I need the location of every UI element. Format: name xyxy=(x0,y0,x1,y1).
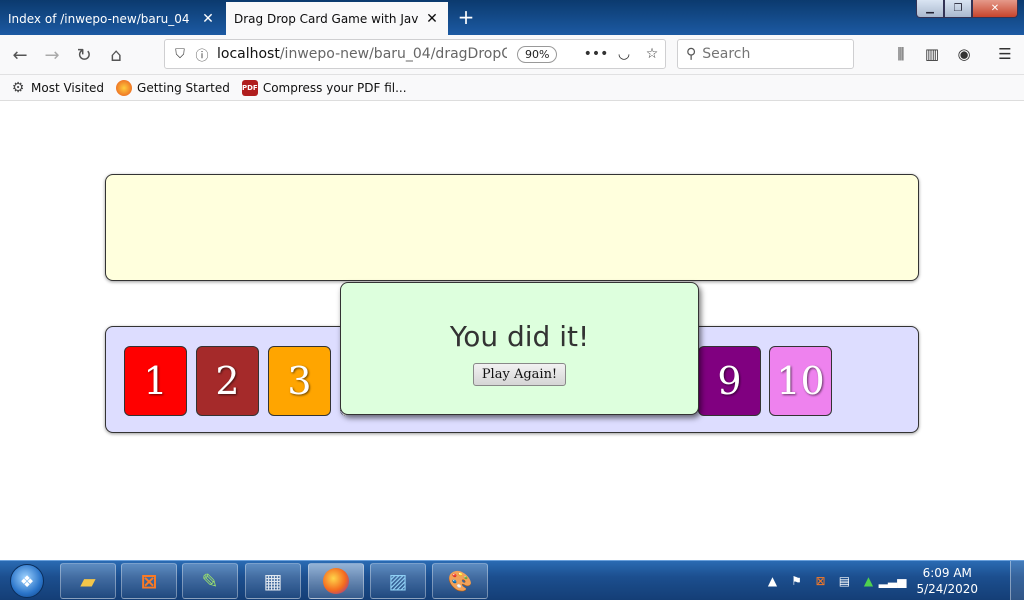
card-9[interactable]: 9 xyxy=(698,346,761,416)
paint-icon[interactable]: 🎨 xyxy=(432,563,488,599)
card-number: 3 xyxy=(287,359,312,403)
bookmark-label: Compress your PDF fil... xyxy=(262,80,407,95)
device-icon[interactable]: ▤ xyxy=(836,573,852,589)
notepad-plus-icon[interactable]: ✎ xyxy=(182,563,238,599)
bookmark-most-visited[interactable]: ⚙ Most Visited xyxy=(10,80,104,96)
card-10[interactable]: 10 xyxy=(769,346,832,416)
card-number: 10 xyxy=(776,359,825,403)
account-icon[interactable]: ◉ xyxy=(953,43,975,65)
back-arrow-icon[interactable]: ← xyxy=(6,41,34,69)
system-tray: ▲ ⚑ ⊠ ▤ ▲ ▂▃▅ 6:09 AM 5/24/2020 xyxy=(764,565,978,597)
bookmark-compress-pdf[interactable]: PDF Compress your PDF fil... xyxy=(241,79,407,96)
url-bar[interactable]: ⛉ ⓘ localhost/inwepo-new/baru_04/dragDro… xyxy=(164,39,666,69)
calculator-icon[interactable]: ▦ xyxy=(245,563,301,599)
menu-icon[interactable]: ☰ xyxy=(994,43,1016,65)
search-icon: ⚲ xyxy=(686,46,697,62)
card-number: 9 xyxy=(717,359,742,403)
success-dialog: You did it! Play Again! xyxy=(340,282,699,415)
show-hidden-icons-icon[interactable]: ▲ xyxy=(764,573,780,589)
home-icon[interactable]: ⌂ xyxy=(102,41,130,69)
clock-time: 6:09 AM xyxy=(922,566,972,580)
url-text[interactable]: localhost/inwepo-new/baru_04/dragDropCar… xyxy=(217,46,507,62)
tab-label: Index of /inwepo-new/baru_04 xyxy=(8,11,190,26)
page-content: 1 2 3 9 10 You did it! Play Again! xyxy=(0,102,1024,560)
play-again-button[interactable]: Play Again! xyxy=(472,362,567,386)
pocket-icon[interactable]: ◡ xyxy=(615,44,633,64)
xampp-tray-icon[interactable]: ⊠ xyxy=(812,573,828,589)
bookmark-label: Most Visited xyxy=(31,80,105,95)
bookmark-getting-started[interactable]: Getting Started xyxy=(116,79,230,96)
close-tab-icon[interactable]: ✕ xyxy=(200,11,216,27)
tab-index[interactable]: Index of /inwepo-new/baru_04 ✕ xyxy=(0,2,224,35)
tab-strip: Index of /inwepo-new/baru_04 ✕ Drag Drop… xyxy=(0,0,1024,35)
tab-label: Drag Drop Card Game with JavaScri xyxy=(234,11,418,26)
explorer-icon[interactable]: ▰ xyxy=(60,563,116,599)
forward-arrow-icon[interactable]: → xyxy=(38,41,66,69)
shield-icon[interactable]: ⛉ xyxy=(169,43,191,65)
card-drop-zone[interactable] xyxy=(105,174,919,281)
close-tab-icon[interactable]: ✕ xyxy=(424,11,440,27)
card-3[interactable]: 3 xyxy=(268,346,331,416)
card-number: 2 xyxy=(215,359,240,403)
search-input[interactable] xyxy=(702,46,843,62)
bookmark-star-icon[interactable]: ☆ xyxy=(643,44,661,64)
bookmark-label: Getting Started xyxy=(137,80,230,95)
library-icon[interactable]: ⫼ xyxy=(890,43,912,65)
info-icon[interactable]: ⓘ xyxy=(191,43,213,65)
url-path: /inwepo-new/baru_04/dragDropCardG xyxy=(279,46,507,62)
minimize-button[interactable]: ▁ xyxy=(916,0,944,18)
firefox-icon xyxy=(116,79,133,96)
card-2[interactable]: 2 xyxy=(196,346,259,416)
navigation-toolbar: ← → ↻ ⌂ ⛉ ⓘ localhost/inwepo-new/baru_04… xyxy=(0,35,1024,75)
firefox-icon[interactable] xyxy=(308,563,364,599)
clock[interactable]: 6:09 AM 5/24/2020 xyxy=(916,565,978,597)
window-controls: ▁ ❐ ✕ xyxy=(916,0,1018,18)
new-tab-icon[interactable]: + xyxy=(454,5,478,29)
card-number: 1 xyxy=(143,359,168,403)
bookmarks-toolbar: ⚙ Most Visited Getting Started PDF Compr… xyxy=(0,75,1024,101)
sidebar-icon[interactable]: ▥ xyxy=(921,43,943,65)
gear-icon: ⚙ xyxy=(11,79,25,96)
signal-icon[interactable]: ▂▃▅ xyxy=(879,573,907,589)
tab-drag-drop-game[interactable]: Drag Drop Card Game with JavaScri ✕ xyxy=(226,2,448,35)
taskbar: ❖ ▰ ⊠ ✎ ▦ ▨ 🎨 ▲ ⚑ ⊠ ▤ ▲ ▂▃▅ 6:09 AM 5/24… xyxy=(0,560,1024,601)
card-1[interactable]: 1 xyxy=(124,346,187,416)
start-button[interactable]: ❖ xyxy=(4,563,50,599)
search-bar[interactable]: ⚲ xyxy=(677,39,854,69)
show-desktop-button[interactable] xyxy=(1010,561,1024,601)
reload-icon[interactable]: ↻ xyxy=(70,41,98,69)
xampp-icon[interactable]: ⊠ xyxy=(121,563,177,599)
photos-icon[interactable]: ▨ xyxy=(370,563,426,599)
url-host: localhost xyxy=(217,46,280,62)
action-center-flag-icon[interactable]: ⚑ xyxy=(788,573,804,589)
more-actions-icon[interactable]: ••• xyxy=(584,44,609,64)
close-window-button[interactable]: ✕ xyxy=(972,0,1018,18)
zoom-badge[interactable]: 90% xyxy=(517,45,558,63)
maximize-button[interactable]: ❐ xyxy=(944,0,972,18)
clock-date: 5/24/2020 xyxy=(916,582,978,596)
pdf-icon: PDF xyxy=(241,79,258,96)
network-icon[interactable]: ▲ xyxy=(860,573,876,589)
success-message: You did it! xyxy=(449,319,590,353)
windows-logo-icon: ❖ xyxy=(10,564,44,598)
